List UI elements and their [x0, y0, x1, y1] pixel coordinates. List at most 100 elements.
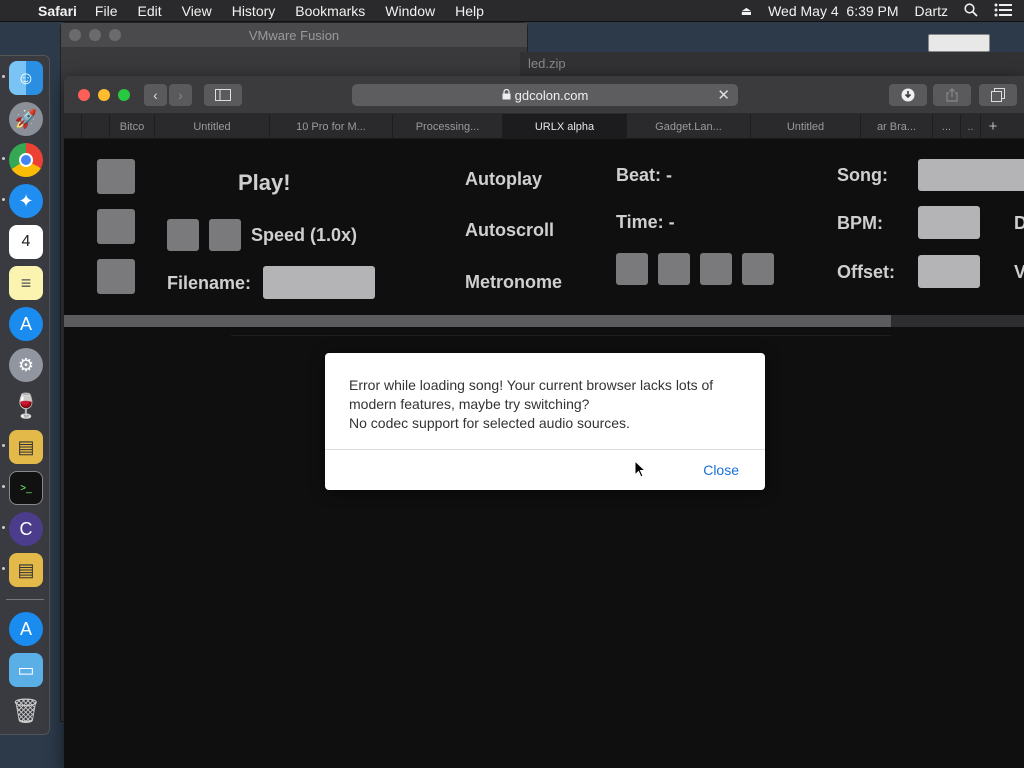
tab-bar: Bitco Untitled 10 Pro for M... Processin…	[64, 114, 1024, 139]
tab-label: 10 Pro for M...	[296, 120, 366, 133]
transport-button-3[interactable]	[700, 253, 732, 285]
tab-label: ar Bra...	[876, 120, 917, 133]
menu-edit[interactable]: Edit	[137, 3, 161, 19]
tab-spacer	[82, 114, 110, 139]
menu-file[interactable]: File	[95, 3, 118, 19]
autoscroll-toggle[interactable]: Autoscroll	[465, 220, 554, 241]
url-text: gdcolon.com	[514, 87, 589, 103]
alert-message-line-1: Error while loading song! Your current b…	[349, 377, 714, 412]
dock-running-indicator	[2, 444, 5, 447]
tab-overflow-1[interactable]: ...	[933, 114, 961, 139]
address-bar[interactable]: gdcolon.com ✕	[352, 84, 738, 106]
tab-untitled-1[interactable]: Untitled	[155, 114, 270, 139]
spotlight-search-icon[interactable]	[964, 2, 978, 20]
vmware-titlebar[interactable]: VMware Fusion	[61, 23, 527, 47]
metronome-toggle[interactable]: Metronome	[465, 272, 562, 293]
mouse-cursor-icon	[634, 460, 646, 478]
calendar-icon[interactable]: 4	[9, 225, 43, 259]
transport-button-4[interactable]	[742, 253, 774, 285]
menu-view[interactable]: View	[182, 3, 212, 19]
background-window-strip[interactable]: led.zip	[520, 52, 1024, 76]
horizontal-scrollbar[interactable]	[64, 315, 1024, 327]
drive-icon[interactable]	[928, 34, 990, 52]
tab-overflow-2[interactable]: ..	[961, 114, 981, 139]
play-button[interactable]: Play!	[238, 170, 291, 196]
dock-running-indicator	[2, 526, 5, 529]
new-tab-button[interactable]: +	[981, 114, 1005, 139]
tabs-icon	[991, 88, 1005, 102]
tab-bra[interactable]: ar Bra...	[861, 114, 933, 139]
cut-off-label-v: V	[1014, 262, 1024, 282]
tab-overview-button[interactable]	[979, 84, 1017, 106]
tab-urlx-alpha[interactable]: URLX alpha	[503, 114, 627, 139]
tab-bitco[interactable]: Bitco	[110, 114, 155, 139]
torrent-client-icon[interactable]: C	[9, 512, 43, 546]
trash-icon[interactable]: 🗑	[9, 694, 43, 728]
dock-running-indicator	[2, 567, 5, 570]
finder-icon[interactable]: ☺	[9, 61, 43, 95]
menu-bookmarks[interactable]: Bookmarks	[295, 3, 365, 19]
offset-label: Offset:	[837, 262, 895, 282]
bpm-input[interactable]	[918, 206, 980, 239]
transport-button-1[interactable]	[616, 253, 648, 285]
minimize-window-button[interactable]	[98, 89, 110, 101]
forward-button[interactable]: ›	[169, 84, 192, 106]
bpm-label: BPM:	[837, 213, 883, 233]
notes-icon[interactable]: ≡	[9, 266, 43, 300]
tab-untitled-2[interactable]: Untitled	[751, 114, 861, 139]
terminal-icon[interactable]: >_	[9, 471, 43, 505]
alert-message-line-2: No codec support for selected audio sour…	[349, 415, 630, 431]
song-input[interactable]	[918, 159, 1024, 191]
dock: ☺ 🚀 ✦ 4 ≡ A ⚙ 🍷 ▤ >_ C ▤ A ▭ 🗑	[0, 55, 50, 735]
sidebar-icon	[215, 89, 231, 101]
system-preferences-icon[interactable]: ⚙	[9, 348, 43, 382]
archive-utility-2-icon[interactable]: ▤	[9, 553, 43, 587]
archive-utility-icon[interactable]: ▤	[9, 430, 43, 464]
filename-input[interactable]	[263, 266, 375, 299]
dock-running-indicator	[2, 198, 5, 201]
tab-spacer	[64, 114, 82, 139]
tab-label: ...	[941, 120, 952, 133]
tab-label: Processing...	[415, 120, 480, 133]
wine-icon[interactable]: 🍷	[9, 389, 43, 423]
app-store-icon[interactable]: A	[9, 307, 43, 341]
downloads-folder-icon[interactable]: ▭	[9, 653, 43, 687]
sidebar-toggle-button[interactable]	[204, 84, 242, 106]
control-square-3[interactable]	[97, 259, 135, 294]
app-store-download-icon[interactable]: A	[9, 612, 43, 646]
back-button[interactable]: ‹	[144, 84, 167, 106]
scrollbar-thumb[interactable]	[64, 315, 891, 327]
tab-gadget-lan[interactable]: Gadget.Lan...	[627, 114, 751, 139]
menu-history[interactable]: History	[232, 3, 276, 19]
control-square-1[interactable]	[97, 159, 135, 194]
safari-toolbar: ‹ › gdcolon.com ✕	[64, 76, 1024, 114]
close-button[interactable]: Close	[703, 462, 739, 478]
notification-center-icon[interactable]	[994, 3, 1012, 20]
stop-loading-icon[interactable]: ✕	[717, 86, 730, 104]
menu-user[interactable]: Dartz	[915, 3, 948, 19]
chevron-left-icon: ‹	[153, 87, 158, 103]
menu-help[interactable]: Help	[455, 3, 484, 19]
eject-icon[interactable]: ⏏	[741, 4, 752, 18]
menu-window[interactable]: Window	[385, 3, 435, 19]
offset-input[interactable]	[918, 255, 980, 288]
share-button[interactable]	[933, 84, 971, 106]
close-window-button[interactable]	[78, 89, 90, 101]
transport-button-2[interactable]	[658, 253, 690, 285]
downloads-button[interactable]	[889, 84, 927, 106]
launchpad-icon[interactable]: 🚀	[9, 102, 43, 136]
speed-up-button[interactable]	[209, 219, 241, 251]
tab-processing[interactable]: Processing...	[393, 114, 503, 139]
control-square-2[interactable]	[97, 209, 135, 244]
vmware-title: VMware Fusion	[248, 27, 340, 43]
vmware-window-controls[interactable]	[69, 29, 121, 41]
speed-down-button[interactable]	[167, 219, 199, 251]
safari-icon[interactable]: ✦	[9, 184, 43, 218]
background-window-label: led.zip	[528, 56, 566, 71]
menu-datetime[interactable]: Wed May 4 6:39 PM	[768, 3, 898, 19]
menu-app-safari[interactable]: Safari	[38, 3, 77, 19]
autoplay-toggle[interactable]: Autoplay	[465, 169, 542, 190]
chrome-icon[interactable]	[9, 143, 43, 177]
tab-10-pro[interactable]: 10 Pro for M...	[270, 114, 393, 139]
zoom-window-button[interactable]	[118, 89, 130, 101]
